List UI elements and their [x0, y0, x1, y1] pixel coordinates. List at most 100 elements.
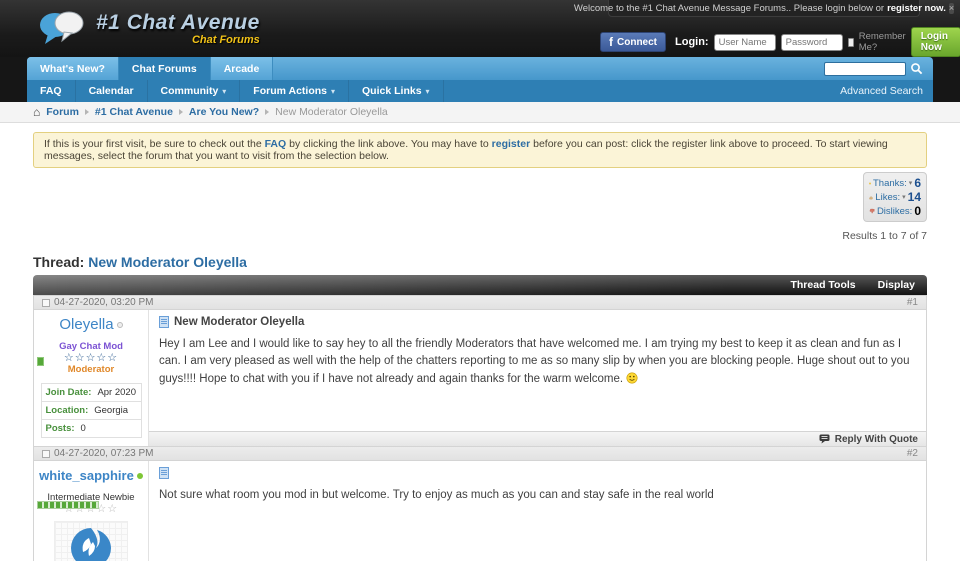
menu-faq[interactable]: FAQ	[27, 80, 76, 102]
thread-title: Thread: New Moderator Oleyella	[33, 254, 927, 270]
thread-toolbar: Thread Tools Display	[33, 275, 927, 295]
reputation-bar	[37, 501, 99, 509]
post1-user-panel: Oleyella Gay Chat Mod ☆☆☆☆☆ Moderator Jo…	[34, 310, 149, 446]
thumbs-up-icon	[869, 192, 873, 203]
thanks-link[interactable]: Thanks:	[873, 178, 907, 189]
welcome-text: Welcome to the #1 Chat Avenue Message Fo…	[574, 3, 884, 14]
post2-date: 04-27-2020, 07:23 PM	[54, 448, 154, 459]
online-status-icon	[137, 473, 143, 479]
login-now-button[interactable]: Login Now	[911, 27, 960, 57]
post1-content: New Moderator Oleyella Hey I am Lee and …	[149, 310, 926, 446]
thumbs-down-icon	[869, 206, 875, 217]
search-icon[interactable]	[910, 62, 923, 75]
post2-number[interactable]: #2	[907, 448, 918, 459]
thanks-row: Thanks: ▾ 6	[869, 176, 921, 190]
main-content: If this is your first visit, be sure to …	[0, 132, 960, 561]
document-icon	[159, 467, 169, 479]
thanks-icon	[869, 178, 871, 189]
post2-avatar[interactable]: White Sapphire	[54, 521, 128, 561]
menu-quick-links[interactable]: Quick Links▾	[349, 80, 444, 102]
close-icon[interactable]: ×	[949, 3, 954, 14]
site-logo[interactable]: #1 Chat Avenue Chat Forums	[38, 8, 260, 48]
password-input[interactable]	[781, 34, 843, 51]
thread-tools-button[interactable]: Thread Tools	[790, 279, 855, 291]
menu-calendar[interactable]: Calendar	[76, 80, 148, 102]
likes-link[interactable]: Likes:	[875, 192, 900, 203]
register-link[interactable]: register	[492, 138, 531, 150]
remember-me-checkbox[interactable]	[848, 38, 854, 47]
post1-stars-icon: ☆☆☆☆☆	[38, 353, 144, 364]
search-input[interactable]	[824, 62, 906, 76]
thread-title-link[interactable]: New Moderator Oleyella	[88, 254, 247, 270]
dislikes-row: Dislikes: 0	[869, 204, 921, 218]
chevron-down-icon[interactable]: ▾	[902, 193, 906, 201]
tab-arcade[interactable]: Arcade	[211, 57, 274, 80]
home-icon[interactable]: ⌂	[33, 106, 40, 118]
welcome-bar: Welcome to the #1 Chat Avenue Message Fo…	[608, 0, 920, 17]
chevron-down-icon: ▾	[426, 87, 430, 96]
breadcrumb: ⌂ Forum #1 Chat Avenue Are You New? New …	[0, 102, 960, 123]
post1-header: 04-27-2020, 03:20 PM #1	[34, 295, 926, 310]
post1-usertitle: Gay Chat Mod	[38, 341, 144, 352]
posts-count-row: Posts:0	[41, 420, 142, 438]
menu-community[interactable]: Community▾	[148, 80, 241, 102]
unread-post-icon	[42, 450, 50, 458]
chevron-down-icon: ▾	[222, 87, 226, 96]
post2-body: white_sapphire Intermediate Newbie ☆☆☆☆☆…	[34, 461, 926, 561]
likes-count: 14	[908, 190, 921, 204]
advanced-search-link[interactable]: Advanced Search	[840, 80, 933, 102]
post-list: 04-27-2020, 03:20 PM #1 Oleyella Gay Cha…	[33, 295, 927, 561]
site-title: #1 Chat Avenue	[96, 11, 260, 35]
first-visit-notice: If this is your first visit, be sure to …	[33, 132, 927, 168]
tab-chat-forums[interactable]: Chat Forums	[119, 57, 211, 80]
post1-title: New Moderator Oleyella	[159, 316, 916, 328]
post2-username[interactable]: white_sapphire	[39, 468, 134, 483]
likes-row: Likes: ▾ 14	[869, 190, 921, 204]
reply-with-quote-button[interactable]: Reply With Quote	[835, 434, 918, 445]
dislikes-link[interactable]: Dislikes:	[877, 206, 912, 217]
smiley-icon	[626, 372, 638, 384]
document-icon	[159, 316, 169, 328]
post2-title	[159, 467, 916, 479]
chevron-down-icon: ▾	[331, 87, 335, 96]
breadcrumb-current: New Moderator Oleyella	[275, 106, 388, 118]
post2-user-panel: white_sapphire Intermediate Newbie ☆☆☆☆☆…	[34, 461, 149, 561]
post1-infotable: Join Date:Apr 2020 Location:Georgia Post…	[41, 383, 142, 438]
post1-number[interactable]: #1	[907, 297, 918, 308]
breadcrumb-chat-avenue[interactable]: #1 Chat Avenue	[95, 106, 173, 118]
reply-quote-icon	[819, 434, 830, 444]
unread-post-icon	[42, 299, 50, 307]
username-input[interactable]	[714, 34, 776, 51]
breadcrumb-are-you-new[interactable]: Are You New?	[189, 106, 259, 118]
faq-link[interactable]: FAQ	[265, 138, 287, 150]
thanks-count: 6	[914, 176, 921, 190]
site-header: #1 Chat Avenue Chat Forums Welcome to th…	[0, 0, 960, 57]
breadcrumb-forum[interactable]: Forum	[46, 106, 79, 118]
dislikes-count: 0	[914, 204, 921, 218]
post1-role: Moderator	[38, 364, 144, 375]
login-area: f Connect Login: Remember Me? Login Now	[600, 27, 960, 57]
results-count: Results 1 to 7 of 7	[842, 230, 927, 242]
chat-bubbles-icon	[38, 8, 90, 48]
breadcrumb-separator-icon	[265, 109, 269, 115]
tab-whats-new[interactable]: What's New?	[27, 57, 119, 80]
search-box	[824, 57, 933, 80]
post2-text: Not sure what room you mod in but welcom…	[159, 487, 916, 504]
forum-page: #1 Chat Avenue Chat Forums Welcome to th…	[0, 0, 960, 561]
tab-bar: What's New? Chat Forums Arcade	[27, 57, 933, 80]
post1-text: Hey I am Lee and I would like to say hey…	[159, 336, 916, 388]
display-button[interactable]: Display	[878, 279, 915, 291]
register-now-link[interactable]: register now.	[887, 3, 946, 14]
offline-status-icon	[117, 322, 123, 328]
reactions-panel: Thanks: ▾ 6 Likes: ▾ 14 Dislikes: 0	[863, 172, 927, 222]
facebook-connect-button[interactable]: f Connect	[600, 32, 666, 52]
post1-username[interactable]: Oleyella	[59, 316, 113, 333]
post2-content: Not sure what room you mod in but welcom…	[149, 461, 926, 561]
facebook-icon: f	[609, 35, 613, 49]
breadcrumb-separator-icon	[179, 109, 183, 115]
menu-forum-actions[interactable]: Forum Actions▾	[240, 80, 349, 102]
chevron-down-icon[interactable]: ▾	[909, 179, 913, 187]
join-date-row: Join Date:Apr 2020	[41, 384, 142, 402]
remember-me-label: Remember Me?	[859, 31, 906, 53]
reputation-bar	[37, 357, 44, 366]
